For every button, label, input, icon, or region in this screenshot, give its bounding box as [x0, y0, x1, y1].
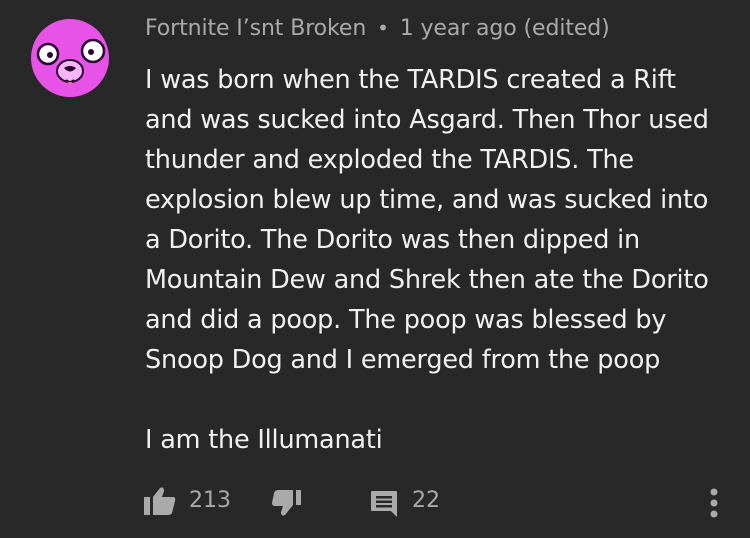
comment-body: I was born when the TARDIS created a Rif… [145, 60, 735, 460]
like-count: 213 [189, 488, 231, 513]
like-button[interactable] [143, 486, 177, 516]
author-name[interactable]: Fortnite I’snt Broken [145, 16, 366, 41]
thumbs-down-icon [272, 490, 301, 516]
thumbs-up-icon [144, 487, 176, 515]
comment-action-bar: 213 22 [0, 484, 750, 524]
comment-timestamp[interactable]: 1 year ago (edited) [400, 16, 610, 41]
vertical-dots-icon [710, 488, 718, 518]
reply-comment-icon [371, 491, 397, 517]
reply-button[interactable] [370, 490, 398, 518]
comment-thread: Fortnite I’snt Broken • 1 year ago (edit… [0, 0, 750, 538]
reply-count: 22 [412, 488, 440, 513]
avatar[interactable] [30, 18, 110, 98]
comment-paragraph: I am the Illumanati [145, 425, 383, 455]
dislike-button[interactable] [272, 490, 302, 520]
header-separator: • [377, 16, 389, 40]
comment-paragraph: I was born when the TARDIS created a Rif… [145, 65, 709, 375]
pink-llama-face-icon [31, 19, 109, 97]
more-options-button[interactable] [704, 486, 724, 520]
comment-header: Fortnite I’snt Broken • 1 year ago (edit… [145, 16, 610, 41]
